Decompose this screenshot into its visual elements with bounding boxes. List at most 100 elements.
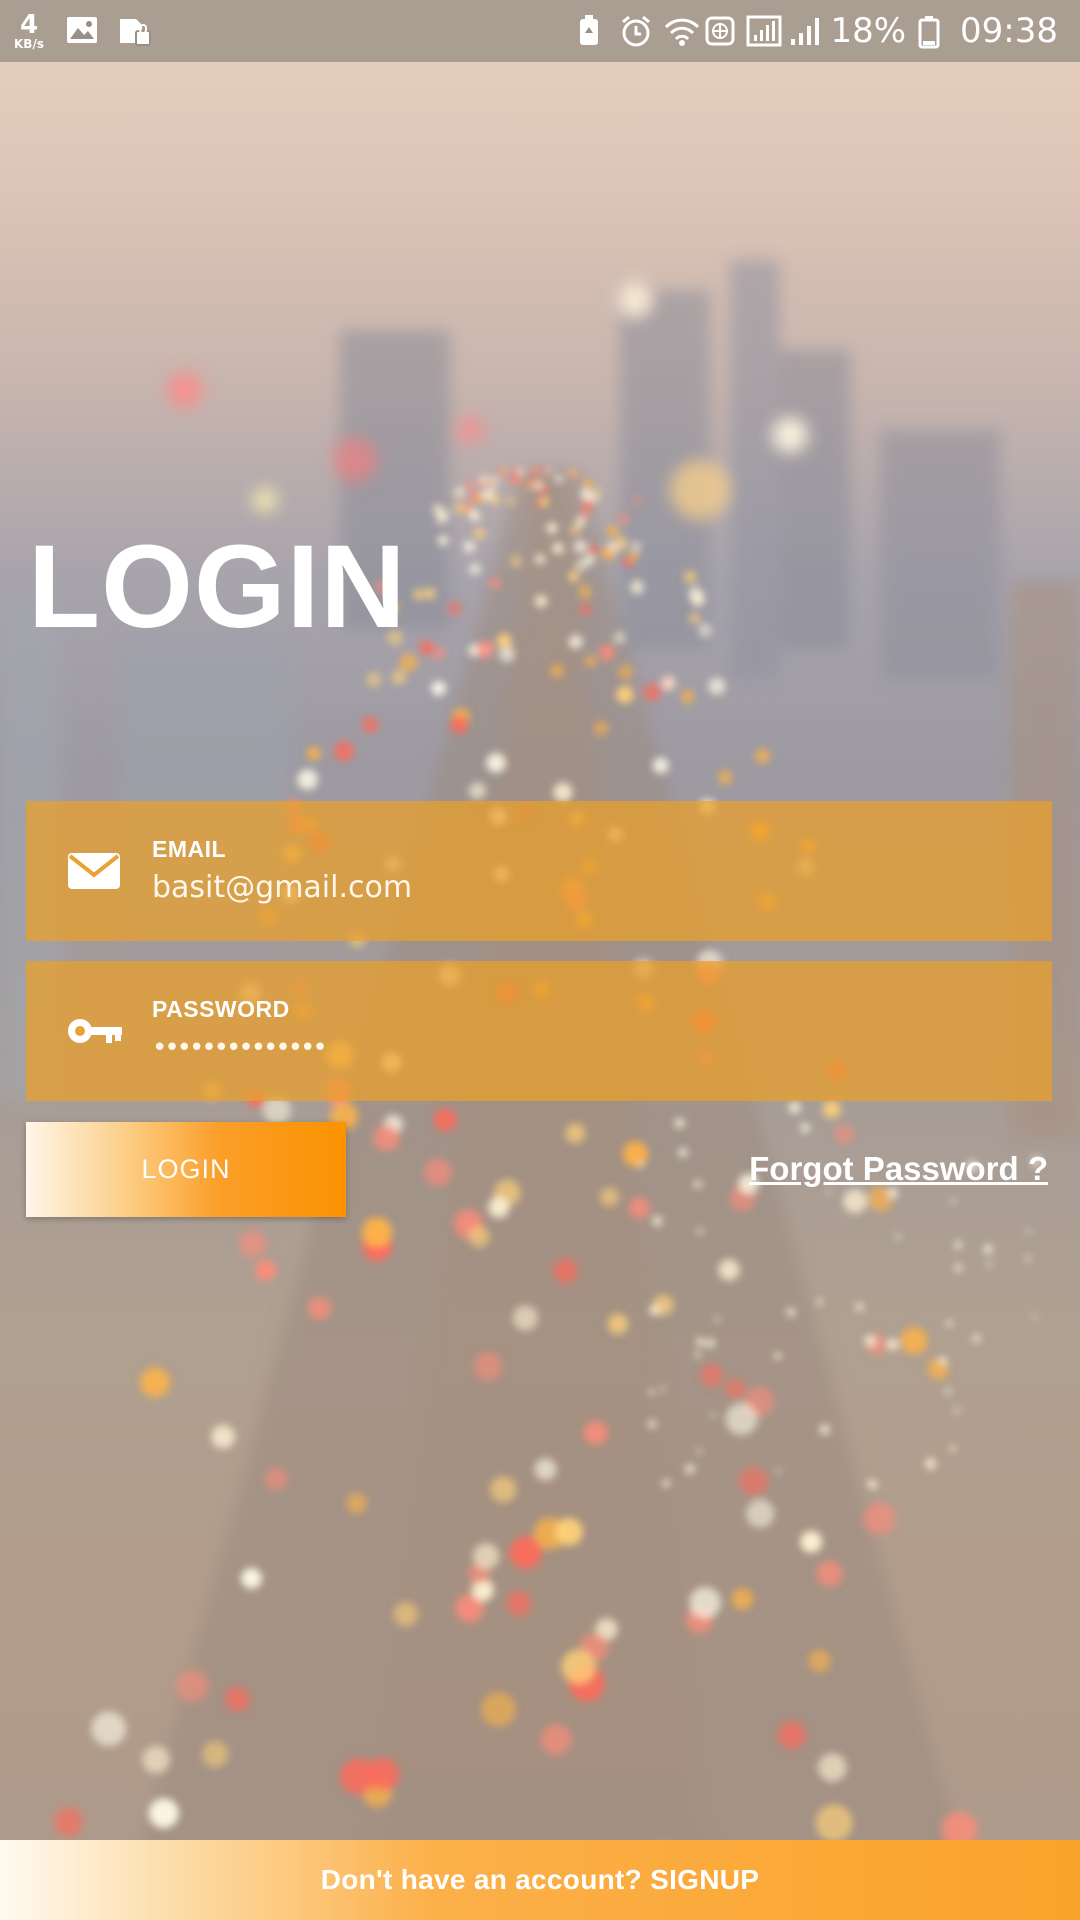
bokeh-light [800, 1530, 823, 1553]
bokeh-light [346, 1493, 367, 1514]
sd-card-lock-icon [118, 15, 151, 47]
bokeh-light [660, 1386, 666, 1392]
bokeh-light [506, 497, 516, 506]
bokeh-light [254, 1259, 277, 1282]
bokeh-light [867, 1479, 876, 1488]
bokeh-light [393, 1601, 419, 1627]
bokeh-light [584, 654, 598, 668]
bokeh-light [540, 467, 547, 473]
bokeh-light [855, 1303, 864, 1312]
bokeh-light [211, 1424, 235, 1449]
login-button[interactable]: LOGIN [26, 1122, 346, 1217]
page-title: LOGIN [28, 521, 407, 653]
bokeh-light [599, 644, 615, 661]
bokeh-light [954, 1407, 960, 1413]
battery-percent: 18% [830, 11, 907, 51]
bokeh-light [435, 512, 448, 525]
bokeh-light [424, 587, 436, 600]
password-input[interactable]: •••••••••••••• [152, 1033, 1012, 1063]
bokeh-light [826, 1190, 831, 1195]
bokeh-light [413, 588, 425, 601]
bokeh-light [509, 554, 523, 568]
bokeh-light [777, 1721, 806, 1749]
bokeh-light [565, 1123, 586, 1144]
wifi-icon [662, 15, 700, 47]
bokeh-light [987, 1261, 993, 1267]
bokeh-light [643, 683, 662, 701]
bokeh-light [423, 1158, 452, 1187]
bokeh-light [490, 1476, 517, 1503]
bokeh-light [481, 1691, 516, 1727]
signal-bars-icon [788, 15, 820, 47]
bokeh-light [241, 1568, 262, 1589]
email-input[interactable] [152, 870, 1012, 905]
bokeh-light [577, 585, 592, 599]
bokeh-light [700, 1363, 724, 1387]
bokeh-light [697, 1228, 703, 1235]
bokeh-light [588, 544, 599, 556]
bokeh-light [555, 1517, 583, 1546]
bokeh-light [616, 685, 634, 704]
bokeh-light [786, 1307, 796, 1317]
bokeh-light [140, 1367, 170, 1398]
bokeh-light [593, 721, 609, 736]
bokeh-light [568, 634, 583, 649]
bokeh-light [637, 1162, 644, 1168]
bokeh-light [693, 1180, 702, 1189]
bokeh-light [450, 716, 469, 734]
bokeh-light [697, 1448, 702, 1454]
bokeh-light [648, 1420, 657, 1429]
bokeh-light [486, 753, 506, 773]
forgot-password-link[interactable]: Forgot Password ? [749, 1150, 1048, 1188]
bokeh-light [822, 1100, 841, 1119]
bokeh-light [546, 522, 558, 534]
bokeh-light [714, 1317, 720, 1322]
bokeh-light [91, 1711, 126, 1746]
bokeh-light [419, 640, 434, 655]
bokeh-light [225, 1686, 250, 1712]
bokeh-light [509, 1536, 542, 1569]
bokeh-light [550, 663, 564, 678]
bokeh-light [534, 554, 546, 565]
bokeh-light [176, 1669, 209, 1703]
bokeh-light [698, 623, 712, 638]
bokeh-light [755, 748, 770, 764]
bokeh-light [568, 571, 579, 582]
bokeh-light [600, 1187, 619, 1207]
bokeh-light [776, 1468, 781, 1473]
bokeh-light [361, 716, 379, 734]
bokeh-light [887, 1338, 899, 1351]
bokeh-light [391, 670, 407, 685]
bokeh-light [602, 547, 615, 560]
bokeh-light [1025, 1255, 1031, 1262]
signup-link[interactable]: Don't have an account? SIGNUP [0, 1840, 1080, 1920]
bokeh-light [613, 631, 626, 644]
alarm-icon [620, 15, 651, 47]
bokeh-light [534, 1458, 557, 1481]
bokeh-light [689, 1586, 721, 1619]
bokeh-light [538, 484, 548, 494]
email-field[interactable]: EMAIL [26, 801, 1052, 941]
bokeh-light [202, 1741, 229, 1768]
bokeh-light [717, 770, 733, 785]
password-field[interactable]: PASSWORD •••••••••••••• [26, 961, 1052, 1101]
bokeh-light [148, 1798, 179, 1829]
bokeh-light [539, 497, 549, 507]
bokeh-light [938, 1356, 948, 1365]
bokeh-light [718, 1259, 740, 1281]
bokeh-light [688, 612, 702, 625]
bokeh-light [711, 1412, 716, 1418]
bokeh-light [561, 1649, 596, 1684]
bokeh-light [1032, 1314, 1037, 1320]
bokeh-light [506, 1591, 532, 1616]
bokeh-light [490, 495, 500, 505]
bokeh-light [468, 1226, 490, 1248]
bokeh-light [373, 1124, 400, 1152]
bokeh-light [469, 511, 480, 521]
bokeh-light [944, 1388, 952, 1395]
bokeh-light [678, 1147, 688, 1158]
bokeh-light [661, 676, 676, 691]
bokeh-light [674, 1118, 685, 1129]
bokeh-light [530, 467, 537, 473]
bokeh-light [628, 551, 639, 562]
